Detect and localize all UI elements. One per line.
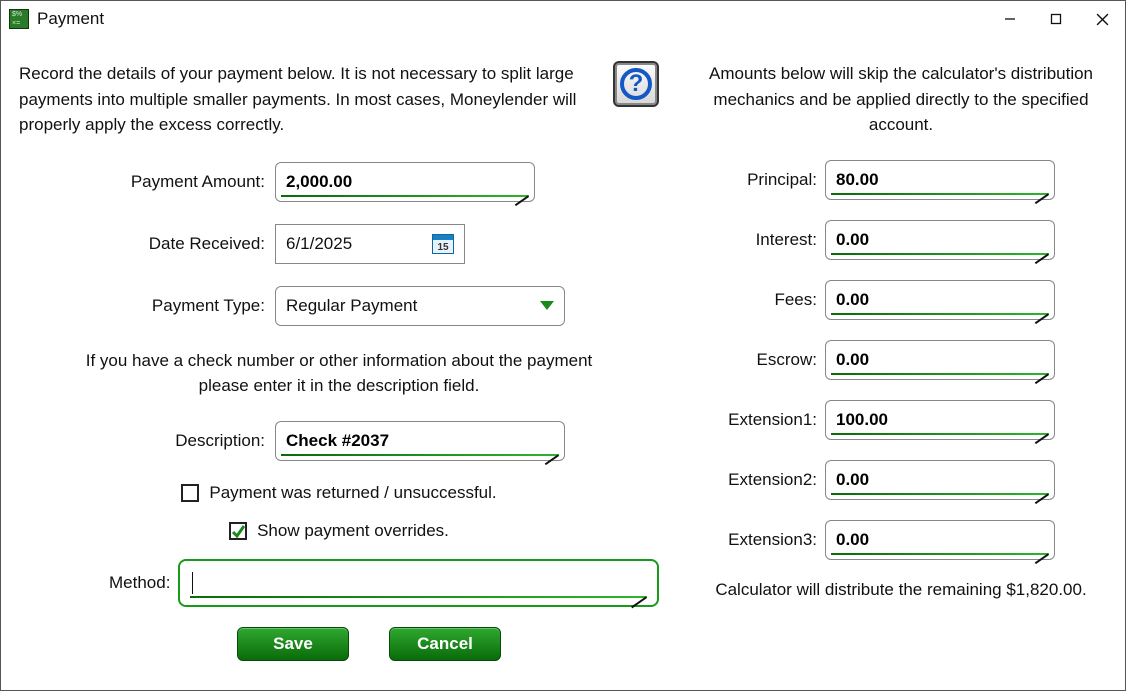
maximize-button[interactable] bbox=[1033, 3, 1079, 35]
remaining-text: Calculator will distribute the remaining… bbox=[695, 580, 1107, 600]
payment-window: Payment Record the details of your payme… bbox=[0, 0, 1126, 691]
payment-amount-input[interactable] bbox=[275, 162, 535, 202]
window-title: Payment bbox=[37, 9, 104, 29]
principal-label: Principal: bbox=[695, 170, 825, 190]
returned-label: Payment was returned / unsuccessful. bbox=[209, 483, 496, 503]
overrides-checkbox[interactable] bbox=[229, 522, 247, 540]
text-cursor bbox=[192, 572, 193, 594]
minimize-button[interactable] bbox=[987, 3, 1033, 35]
extension3-input[interactable] bbox=[825, 520, 1055, 560]
escrow-label: Escrow: bbox=[695, 350, 825, 370]
fees-input[interactable] bbox=[825, 280, 1055, 320]
method-label: Method: bbox=[109, 573, 170, 593]
left-instructions: Record the details of your payment below… bbox=[19, 61, 607, 138]
extension1-input[interactable] bbox=[825, 400, 1055, 440]
app-icon bbox=[9, 9, 29, 29]
payment-type-value: Regular Payment bbox=[286, 296, 417, 316]
question-icon: ? bbox=[620, 68, 652, 100]
right-instructions: Amounts below will skip the calculator's… bbox=[695, 61, 1107, 138]
date-value: 6/1/2025 bbox=[286, 234, 352, 254]
chevron-down-icon bbox=[540, 301, 554, 310]
returned-checkbox[interactable] bbox=[181, 484, 199, 502]
interest-label: Interest: bbox=[695, 230, 825, 250]
close-button[interactable] bbox=[1079, 3, 1125, 35]
date-received-input[interactable]: 6/1/2025 15 bbox=[275, 224, 465, 264]
extension3-label: Extension3: bbox=[695, 530, 825, 550]
titlebar: Payment bbox=[1, 1, 1125, 37]
escrow-input[interactable] bbox=[825, 340, 1055, 380]
payment-type-select[interactable]: Regular Payment bbox=[275, 286, 565, 326]
principal-input[interactable] bbox=[825, 160, 1055, 200]
save-button[interactable]: Save bbox=[237, 627, 349, 661]
extension1-label: Extension1: bbox=[695, 410, 825, 430]
extension2-input[interactable] bbox=[825, 460, 1055, 500]
calendar-icon[interactable]: 15 bbox=[432, 234, 454, 254]
description-label: Description: bbox=[19, 431, 275, 451]
help-button[interactable]: ? bbox=[613, 61, 659, 107]
extension2-label: Extension2: bbox=[695, 470, 825, 490]
window-controls bbox=[987, 3, 1125, 35]
cancel-button[interactable]: Cancel bbox=[389, 627, 501, 661]
description-hint: If you have a check number or other info… bbox=[19, 348, 659, 399]
payment-amount-label: Payment Amount: bbox=[19, 172, 275, 192]
description-input[interactable] bbox=[275, 421, 565, 461]
fees-label: Fees: bbox=[695, 290, 825, 310]
method-input[interactable] bbox=[178, 559, 659, 607]
date-received-label: Date Received: bbox=[19, 234, 275, 254]
payment-type-label: Payment Type: bbox=[19, 296, 275, 316]
overrides-label: Show payment overrides. bbox=[257, 521, 449, 541]
interest-input[interactable] bbox=[825, 220, 1055, 260]
